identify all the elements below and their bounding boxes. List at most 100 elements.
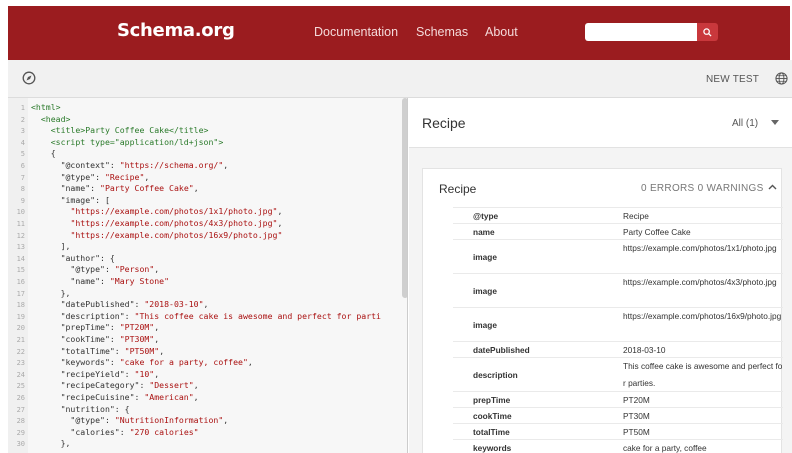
property-value: cake for a party, coffee	[623, 443, 707, 453]
toolbar: NEW TEST	[8, 60, 792, 98]
nav-about[interactable]: About	[485, 25, 518, 39]
table-row: datePublished 2018-03-10	[453, 341, 783, 357]
property-key: image	[473, 286, 497, 296]
line-number: 30	[16, 440, 25, 449]
result-filter[interactable]: All (1)	[732, 118, 758, 129]
code-scrollbar[interactable]	[402, 98, 407, 298]
result-header: Recipe All (1)	[409, 98, 792, 148]
code-line: 22 "totalTime": "PT50M",	[8, 345, 407, 358]
table-row: description This coffee cake is awesome a…	[453, 357, 783, 391]
code-text: ],	[31, 241, 71, 252]
code-line: 28 "@type": "NutritionInformation",	[8, 415, 407, 427]
property-key: @type	[473, 211, 499, 221]
code-text: "recipeYield": "10",	[31, 368, 160, 379]
code-text: "datePublished": "2018-03-10",	[31, 299, 209, 310]
code-text: "https://example.com/photos/1x1/photo.jp…	[70, 206, 283, 217]
code-line: 23 "keywords": "cake for a party, coffee…	[8, 357, 407, 369]
code-text: "https://example.com/photos/4x3/photo.jp…	[70, 218, 283, 228]
code-line: 9 "image": [	[8, 194, 407, 207]
table-row: keywords cake for a party, coffee	[453, 439, 783, 453]
code-line: 29 "calories": "270 calories"	[8, 427, 407, 439]
table-row: cookTime PT30M	[453, 407, 783, 423]
code-text: "recipeCategory": "Dessert",	[31, 380, 199, 391]
brand-logo[interactable]: Schema.org	[117, 20, 235, 41]
code-line: 13 ],	[8, 241, 407, 253]
code-line: 26 "recipeCuisine": "American",	[8, 392, 407, 404]
code-text: "https://example.com/photos/16x9/photo.j…	[70, 229, 283, 240]
code-line: 21 "cookTime": "PT30M",	[8, 334, 407, 346]
code-line: 11 "https://example.com/photos/4x3/photo…	[8, 218, 407, 230]
recipe-card: Recipe 0 ERRORS 0 WARNINGS @type Recipe na…	[422, 168, 783, 453]
code-line: 24 "recipeYield": "10",	[8, 368, 407, 381]
code-text: "keywords": "cake for a party, coffee",	[31, 357, 253, 368]
search-icon	[703, 27, 712, 37]
code-text: <html>	[31, 102, 61, 112]
property-key: datePublished	[473, 345, 530, 355]
code-text: "name": "Mary Stone"	[31, 276, 170, 286]
globe-icon[interactable]	[775, 72, 788, 85]
property-key: image	[473, 320, 497, 330]
chevron-down-icon[interactable]	[771, 120, 779, 125]
result-panel: Recipe All (1) Recipe 0 ERRORS 0 WARNING…	[409, 98, 792, 453]
code-text: },	[31, 438, 71, 449]
code-line: 2 <head>	[8, 113, 407, 126]
code-line: 5 {	[8, 148, 407, 160]
code-line: 27 "nutrition": {	[8, 404, 407, 416]
table-row: image https://example.com/photos/4x3/phot…	[453, 273, 783, 307]
property-key: image	[473, 252, 497, 262]
code-text: {	[31, 148, 56, 159]
new-test-button[interactable]: NEW TEST	[706, 74, 759, 85]
code-text: },	[31, 287, 71, 298]
table-row: image https://example.com/photos/16x9/pho…	[453, 307, 783, 341]
code-text: "cookTime": "PT30M",	[31, 334, 160, 344]
code-text: "description": "This coffee cake is awes…	[31, 310, 381, 321]
property-value: This coffee cake is awesome and perfect …	[623, 361, 783, 388]
code-text: "@context": "https://schema.org/",	[31, 160, 229, 170]
table-row: image https://example.com/photos/1x1/phot…	[453, 239, 783, 273]
code-line: 1 <html>	[8, 102, 407, 114]
code-text: "image": [	[31, 194, 110, 205]
nav-documentation[interactable]: Documentation	[314, 25, 398, 39]
status-badge: 0 ERRORS 0 WARNINGS	[641, 183, 764, 194]
nav-schemas[interactable]: Schemas	[416, 25, 468, 39]
table-row: prepTime PT20M	[453, 391, 783, 407]
code-line: 14 "author": {	[8, 252, 407, 265]
code-line: 19 "description": "This coffee cake is a…	[8, 310, 407, 323]
code-line: 25 "recipeCategory": "Dessert",	[8, 380, 407, 392]
code-line: 7 "@type": "Recipe",	[8, 172, 407, 184]
code-line: 3 <title>Party Coffee Cake</title>	[8, 125, 407, 137]
search-input[interactable]	[585, 23, 697, 41]
code-line: 10 "https://example.com/photos/1x1/photo…	[8, 206, 407, 218]
code-editor[interactable]: 1 <html> 2 <head> 3 <title>Party Coffee Cak…	[8, 98, 408, 453]
code-text: <title>Party Coffee Cake</title>	[31, 125, 209, 136]
code-text: <head>	[31, 113, 71, 124]
result-title: Recipe	[422, 115, 466, 131]
property-value: https://example.com/photos/4x3/photo.jpg	[623, 277, 777, 287]
property-key: totalTime	[473, 427, 510, 437]
chevron-up-icon[interactable]	[768, 184, 777, 190]
code-line: 8 "name": "Party Coffee Cake",	[8, 183, 407, 195]
search-button[interactable]	[697, 23, 718, 41]
table-row: totalTime PT50M	[453, 423, 783, 439]
code-line: 18 "datePublished": "2018-03-10",	[8, 299, 407, 311]
code-line: 15 "@type": "Person",	[8, 264, 407, 276]
code-text: "totalTime": "PT50M",	[31, 345, 165, 356]
table-row: @type Recipe	[453, 207, 783, 223]
code-line: 30 },	[8, 438, 407, 450]
property-key: cookTime	[473, 411, 512, 421]
code-line: 6 "@context": "https://schema.org/",	[8, 160, 407, 172]
code-line: 17 },	[8, 287, 407, 300]
code-line: 20 "prepTime": "PT20M",	[8, 322, 407, 334]
code-line: 4 <script type="application/ld+json">	[8, 136, 407, 149]
code-text: "name": "Party Coffee Cake",	[31, 183, 199, 194]
compass-icon[interactable]	[22, 71, 36, 85]
code-text: "recipeCuisine": "American",	[31, 392, 199, 402]
table-row: name Party Coffee Cake	[453, 223, 783, 239]
code-text: <script type="application/ld+json">	[31, 136, 224, 147]
code-text: "prepTime": "PT20M",	[31, 322, 160, 333]
code-text: "@type": "Person",	[31, 264, 160, 275]
property-key: name	[473, 227, 495, 237]
property-value: https://example.com/photos/1x1/photo.jpg	[623, 243, 777, 253]
code-text: "author": {	[31, 252, 115, 263]
property-value: https://example.com/photos/16x9/photo.jp…	[623, 311, 782, 321]
